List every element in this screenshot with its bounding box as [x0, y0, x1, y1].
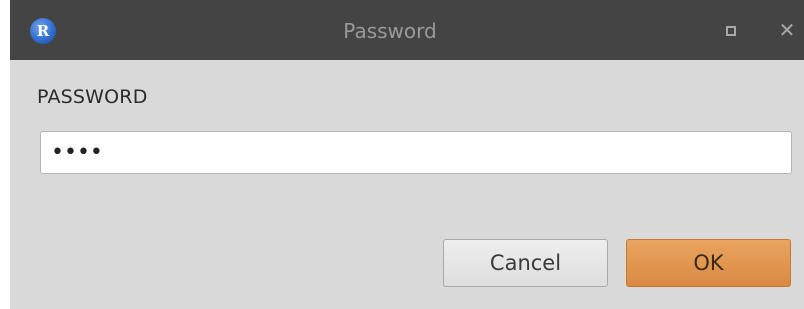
- password-label: PASSWORD: [37, 86, 148, 108]
- ok-button[interactable]: OK: [626, 239, 791, 287]
- cancel-button[interactable]: Cancel: [443, 239, 608, 287]
- close-icon[interactable]: ✕: [775, 17, 799, 43]
- window-title: Password: [343, 19, 437, 43]
- title-bar[interactable]: R Password ✕: [10, 0, 804, 60]
- password-dialog: R Password ✕ PASSWORD Cancel OK: [10, 0, 804, 309]
- password-input[interactable]: [40, 131, 792, 174]
- maximize-icon[interactable]: [726, 26, 736, 36]
